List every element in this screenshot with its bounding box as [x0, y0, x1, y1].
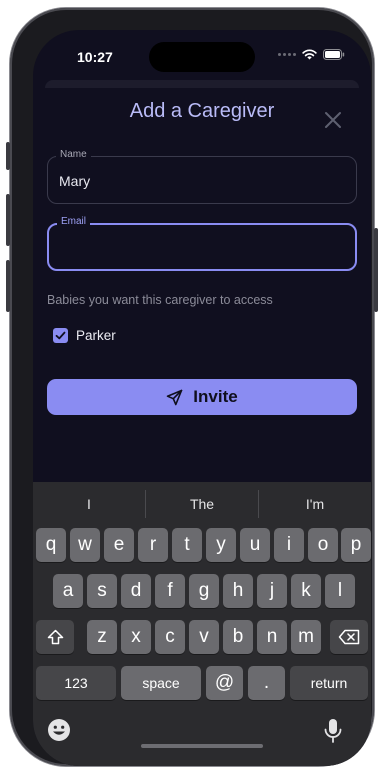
key-n[interactable]: n [257, 620, 287, 654]
key-z[interactable]: z [87, 620, 117, 654]
suggestion-item[interactable]: I'm [259, 490, 371, 518]
page-title: Add a Caregiver [129, 100, 275, 122]
email-field-label: Email [57, 216, 91, 227]
sheet-handle-area [45, 80, 359, 88]
numbers-key[interactable]: 123 [36, 666, 116, 700]
backspace-icon [338, 629, 360, 645]
suggestion-item[interactable]: I [33, 490, 146, 518]
key-c[interactable]: c [155, 620, 185, 654]
key-b[interactable]: b [223, 620, 253, 654]
status-time: 10:27 [77, 49, 113, 65]
side-button-volume-down [6, 260, 10, 312]
dynamic-island [149, 42, 255, 72]
invite-button-label: Invite [193, 387, 238, 406]
name-field-label: Name [56, 149, 91, 160]
key-d[interactable]: d [121, 574, 151, 608]
send-icon [166, 389, 183, 405]
key-u[interactable]: u [240, 528, 270, 562]
key-h[interactable]: h [223, 574, 253, 608]
key-i[interactable]: i [274, 528, 304, 562]
key-g[interactable]: g [189, 574, 219, 608]
key-r[interactable]: r [138, 528, 168, 562]
key-l[interactable]: l [325, 574, 355, 608]
keyboard: I The I'm q w e r t y u i o p a s d f g … [33, 482, 371, 766]
key-a[interactable]: a [53, 574, 83, 608]
suggestion-bar: I The I'm [33, 490, 371, 518]
email-field[interactable]: Email [47, 216, 357, 271]
period-key[interactable]: . [248, 666, 285, 700]
checkmark-icon [55, 331, 66, 340]
key-x[interactable]: x [121, 620, 151, 654]
key-k[interactable]: k [291, 574, 321, 608]
key-t[interactable]: t [172, 528, 202, 562]
wifi-icon [302, 49, 317, 60]
name-field[interactable]: Name Mary [47, 149, 357, 204]
checkbox-checked[interactable] [53, 328, 68, 343]
key-w[interactable]: w [70, 528, 100, 562]
screen: 10:27 Add a Caregiver Name Mary Email Ba… [33, 30, 371, 766]
invite-button[interactable]: Invite [47, 379, 357, 415]
key-p[interactable]: p [341, 528, 371, 562]
space-key[interactable]: space [121, 666, 201, 700]
baby-name-label: Parker [76, 328, 116, 343]
key-f[interactable]: f [155, 574, 185, 608]
return-key[interactable]: return [290, 666, 368, 700]
key-q[interactable]: q [36, 528, 66, 562]
side-button-silent [6, 142, 10, 170]
shift-key[interactable] [36, 620, 74, 654]
close-icon[interactable] [323, 110, 343, 130]
delete-key[interactable] [330, 620, 368, 654]
key-y[interactable]: y [206, 528, 236, 562]
key-s[interactable]: s [87, 574, 117, 608]
signal-icon [278, 53, 296, 56]
baby-checkbox-row[interactable]: Parker [53, 328, 116, 343]
microphone-icon[interactable] [323, 718, 343, 744]
side-button-volume-up [6, 194, 10, 246]
babies-hint: Babies you want this caregiver to access [47, 293, 273, 307]
key-v[interactable]: v [189, 620, 219, 654]
home-indicator [141, 744, 263, 748]
key-j[interactable]: j [257, 574, 287, 608]
suggestion-item[interactable]: The [146, 490, 259, 518]
shift-icon [47, 629, 63, 645]
at-key[interactable]: @ [206, 666, 243, 700]
emoji-icon[interactable] [47, 718, 71, 742]
key-m[interactable]: m [291, 620, 321, 654]
battery-icon [323, 49, 345, 60]
name-field-value: Mary [59, 173, 91, 189]
email-input[interactable] [57, 233, 347, 261]
key-e[interactable]: e [104, 528, 134, 562]
status-icons [278, 49, 345, 60]
key-o[interactable]: o [308, 528, 338, 562]
side-button-power [374, 228, 378, 312]
